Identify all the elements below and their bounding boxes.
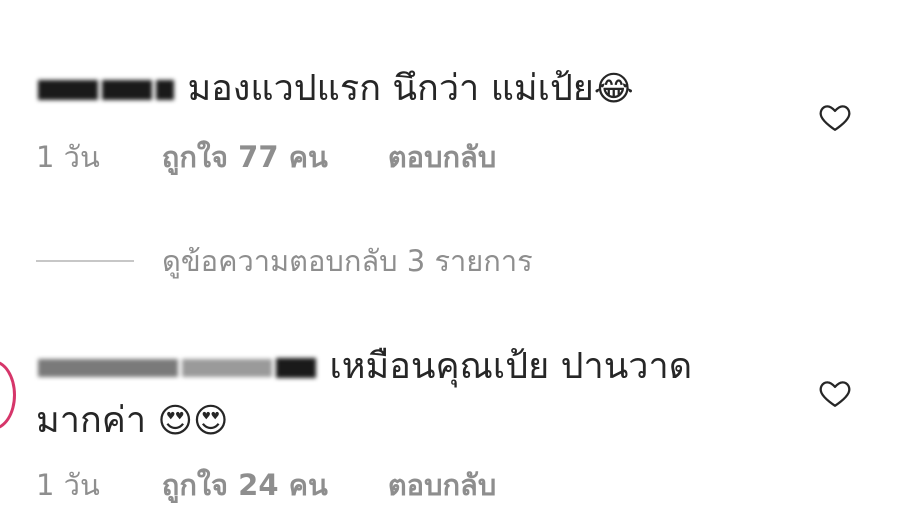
comment-2-time[interactable]: 1 วัน: [36, 462, 100, 508]
comment-1-time[interactable]: 1 วัน: [36, 134, 100, 180]
comment-2-meta: 1 วัน ถูกใจ 24 คน ตอบกลับ: [36, 462, 816, 508]
heart-eyes-emoji: 😍😍: [157, 401, 229, 441]
comment-1-text-line: มองแวปแรก นึกว่า แม่เป้ย😂: [36, 62, 816, 116]
comment-2-body-line-1: เหมือนคุณเป้ย ปานวาด: [329, 346, 693, 387]
avatar[interactable]: [0, 360, 16, 430]
comment-2-text-line-1: เหมือนคุณเป้ย ปานวาด: [36, 340, 816, 394]
heart-icon[interactable]: [818, 376, 852, 410]
heart-icon[interactable]: [818, 100, 852, 134]
comment-1: มองแวปแรก นึกว่า แม่เป้ย😂 1 วัน ถูกใจ 77…: [36, 62, 816, 180]
view-replies-button[interactable]: ดูข้อความตอบกลับ 3 รายการ: [36, 238, 533, 284]
laughing-emoji: 😂: [593, 69, 634, 109]
comment-1-meta: 1 วัน ถูกใจ 77 คน ตอบกลับ: [36, 134, 816, 180]
comment-2-username[interactable]: [36, 340, 318, 394]
replies-divider: [36, 260, 134, 262]
view-replies-label: ดูข้อความตอบกลับ 3 รายการ: [162, 244, 533, 278]
comment-1-username[interactable]: [36, 62, 176, 116]
comment-1-reply-button[interactable]: ตอบกลับ: [388, 134, 496, 180]
comment-1-body: มองแวปแรก นึกว่า แม่เป้ย: [187, 68, 594, 109]
comment-2-body-line-2: มากค่า: [36, 400, 147, 441]
comment-2: เหมือนคุณเป้ย ปานวาด มากค่า 😍😍 1 วัน ถูก…: [36, 340, 816, 508]
comment-1-likes[interactable]: ถูกใจ 77 คน: [162, 134, 328, 180]
comment-2-text-line-2: มากค่า 😍😍: [36, 394, 816, 448]
comment-2-reply-button[interactable]: ตอบกลับ: [388, 462, 496, 508]
comment-2-likes[interactable]: ถูกใจ 24 คน: [162, 462, 328, 508]
